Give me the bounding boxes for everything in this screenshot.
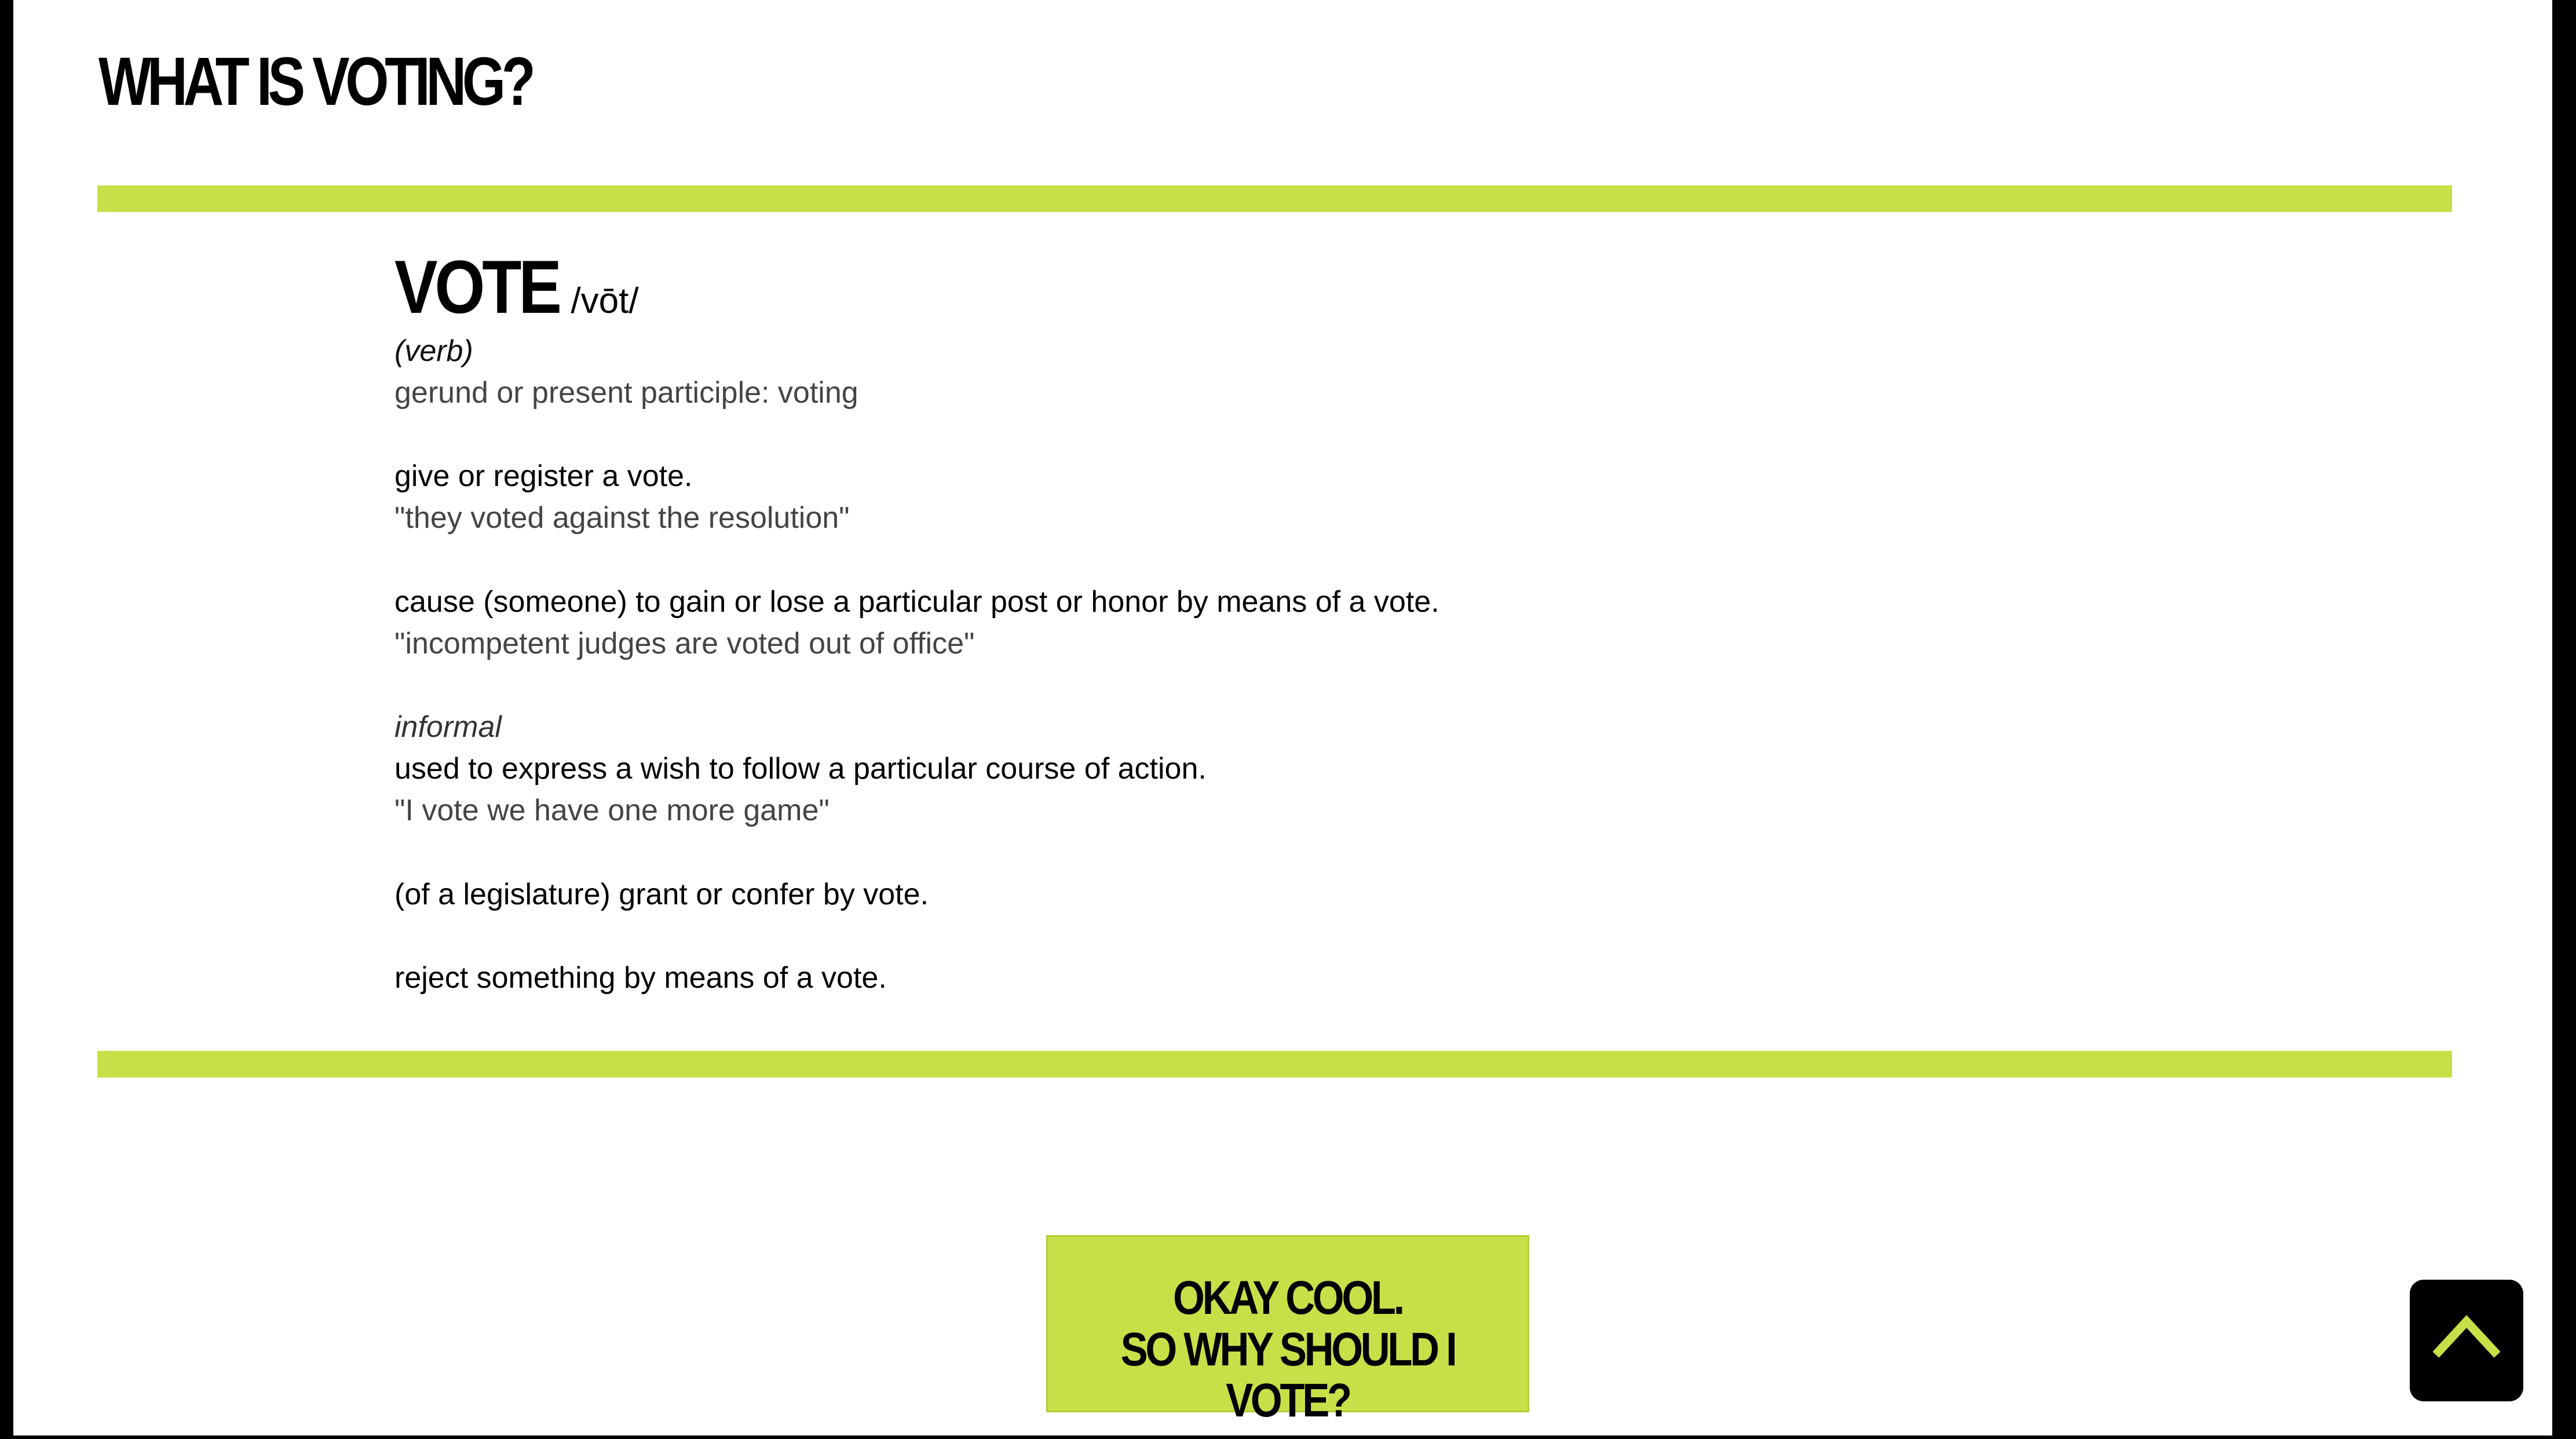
scroll-to-top-button[interactable]: [2410, 1280, 2523, 1401]
why-vote-line-2: SO WHY SHOULD I VOTE?: [1120, 1323, 1457, 1427]
why-vote-line-1: OKAY COOL.: [1173, 1272, 1405, 1324]
sense-meaning: used to express a wish to follow a parti…: [394, 752, 1207, 786]
sense-meaning: give or register a vote.: [394, 459, 693, 493]
sense-example: "I vote we have one more game": [394, 794, 830, 827]
accent-divider-top: [97, 185, 2452, 212]
definition-word: VOTE: [394, 244, 562, 329]
sense-label: informal: [394, 710, 502, 744]
sense-example: "incompetent judges are voted out of off…: [394, 627, 975, 660]
accent-divider-bottom: [97, 1051, 2452, 1078]
sense-example: "they voted against the resolution": [394, 501, 850, 535]
why-vote-button[interactable]: OKAY COOL. SO WHY SHOULD I VOTE?: [1046, 1235, 1529, 1426]
definition-header: VOTE /vōt/: [394, 249, 639, 324]
sense-meaning: (of a legislature) grant or confer by vo…: [394, 878, 929, 911]
inflection: gerund or present participle: voting: [394, 376, 858, 410]
page: WHAT IS VOTING? VOTE /vōt/ (verb) gerund…: [13, 0, 2552, 1436]
sense-meaning: cause (someone) to gain or lose a partic…: [394, 585, 1439, 619]
chevron-up-icon: [2433, 1314, 2500, 1358]
why-vote-button-label: OKAY COOL. SO WHY SHOULD I VOTE?: [1081, 1272, 1494, 1427]
pronunciation: /vōt/: [571, 281, 639, 321]
sense-meaning: reject something by means of a vote.: [394, 961, 887, 995]
page-title: WHAT IS VOTING?: [98, 43, 536, 120]
part-of-speech: (verb): [394, 334, 473, 368]
